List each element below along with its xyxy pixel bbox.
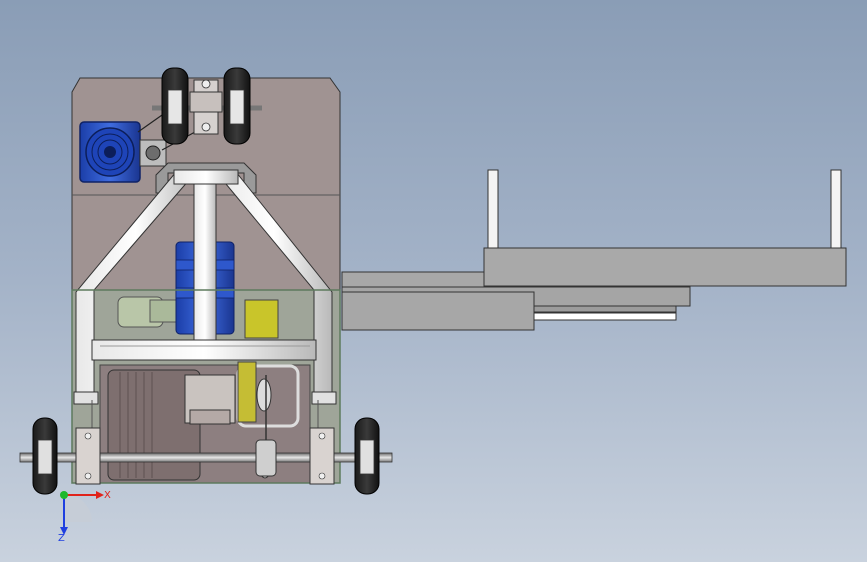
x-axis-label: X <box>104 490 111 501</box>
x-axis-arrowhead <box>96 491 104 499</box>
extension-arms <box>341 169 847 331</box>
z-axis-label: Z <box>58 533 65 544</box>
coordinate-triad: X Z <box>58 490 111 544</box>
y-axis-marker <box>60 491 68 499</box>
cad-viewport[interactable]: X Z <box>0 0 867 562</box>
